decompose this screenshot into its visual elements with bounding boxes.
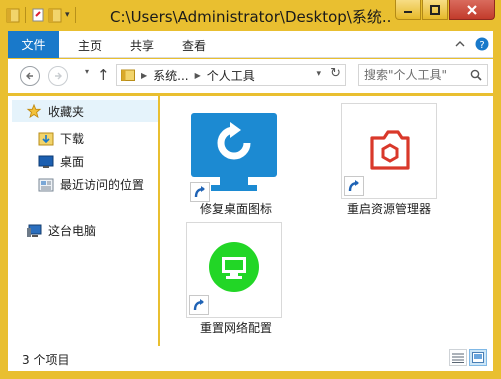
downloads-folder-icon xyxy=(38,132,54,145)
tab-file[interactable]: 文件 xyxy=(8,31,59,58)
customize-toolbar-icon[interactable]: ▾ xyxy=(65,10,70,20)
folder-icon xyxy=(6,8,20,23)
search-box[interactable] xyxy=(358,64,488,86)
nav-item-label: 这台电脑 xyxy=(48,224,97,238)
ribbon-right-controls: ? xyxy=(455,37,489,51)
details-view-icon xyxy=(452,353,464,363)
tab-view[interactable]: 查看 xyxy=(182,37,206,54)
toolbar-separator xyxy=(74,7,76,23)
details-view-button[interactable] xyxy=(449,349,467,366)
quick-access-toolbar: ▾ xyxy=(6,7,78,23)
maximize-button[interactable] xyxy=(422,0,448,20)
svg-text:?: ? xyxy=(479,40,484,51)
window-title: C:\Users\Administrator\Desktop\系统... xyxy=(110,8,390,26)
close-button[interactable] xyxy=(449,0,495,20)
address-bar[interactable]: ▶ 系统... ▶ 个人工具 ▾ ↻ xyxy=(116,64,346,86)
file-item-reset-network[interactable] xyxy=(186,222,282,318)
nav-item-downloads[interactable]: 下载 xyxy=(38,130,84,147)
minimize-button[interactable] xyxy=(395,0,421,20)
nav-item-label: 收藏夹 xyxy=(48,104,85,119)
nav-item-recent-places[interactable]: 最近访问的位置 xyxy=(38,176,144,193)
nav-item-this-pc[interactable]: 这台电脑 xyxy=(26,222,96,239)
toolbar-separator xyxy=(25,7,26,23)
nav-item-label: 桌面 xyxy=(60,155,85,169)
desktop-icon xyxy=(38,155,54,168)
file-item-label[interactable]: 修复桌面图标 xyxy=(184,200,288,217)
breadcrumb-separator-icon[interactable]: ▶ xyxy=(141,71,147,80)
nav-item-desktop[interactable]: 桌面 xyxy=(38,153,84,170)
ribbon-tabs: 文件 主页 共享 查看 ? xyxy=(8,31,493,58)
breadcrumb-item[interactable]: 个人工具 xyxy=(207,67,255,84)
file-item-restart-explorer[interactable] xyxy=(341,103,437,199)
restart-explorer-icon xyxy=(370,130,410,170)
network-reset-icon xyxy=(209,242,259,292)
help-icon[interactable]: ? xyxy=(475,37,489,51)
tab-share[interactable]: 共享 xyxy=(130,37,154,54)
forward-arrow-icon xyxy=(55,72,62,80)
expand-ribbon-icon[interactable] xyxy=(455,40,465,48)
large-icons-view-icon xyxy=(472,352,484,363)
large-icons-view-button[interactable] xyxy=(469,349,487,366)
file-item-fix-desktop-icons[interactable] xyxy=(188,108,284,204)
search-input[interactable] xyxy=(364,68,464,82)
breadcrumb-item[interactable]: 系统... xyxy=(153,67,188,84)
navigation-pane: 收藏夹 下载 桌面 最近访问的位置 这台电脑 xyxy=(8,96,158,346)
up-arrow-icon[interactable]: ↑ xyxy=(97,66,110,84)
shortcut-arrow-icon xyxy=(344,176,364,196)
back-button[interactable] xyxy=(20,66,40,86)
recent-places-icon xyxy=(38,178,54,191)
minimize-icon xyxy=(404,10,412,13)
file-item-label[interactable]: 重启资源管理器 xyxy=(331,200,447,217)
file-item-label[interactable]: 重置网络配置 xyxy=(184,319,288,336)
close-icon xyxy=(467,4,477,15)
back-arrow-icon xyxy=(26,72,33,80)
new-folder-icon[interactable] xyxy=(48,7,62,23)
search-icon xyxy=(470,69,482,81)
properties-icon[interactable] xyxy=(31,7,45,23)
breadcrumb-separator-icon[interactable]: ▶ xyxy=(195,71,201,80)
recent-locations-dropdown-icon[interactable]: ▾ xyxy=(85,67,89,76)
window-controls xyxy=(395,0,495,20)
forward-button[interactable] xyxy=(48,66,68,86)
nav-item-label: 最近访问的位置 xyxy=(60,178,145,192)
address-row: ▾ ↑ ▶ 系统... ▶ 个人工具 ▾ ↻ xyxy=(8,59,493,93)
title-bar[interactable]: ▾ C:\Users\Administrator\Desktop\系统... xyxy=(0,0,501,30)
tab-home[interactable]: 主页 xyxy=(78,37,102,54)
view-switcher xyxy=(449,349,487,366)
item-count: 3 个项目 xyxy=(22,353,70,367)
shortcut-arrow-icon xyxy=(190,182,210,202)
address-dropdown-icon[interactable]: ▾ xyxy=(316,69,321,79)
star-icon xyxy=(26,104,42,118)
maximize-icon xyxy=(430,4,440,15)
folder-icon xyxy=(121,69,135,81)
computer-icon xyxy=(27,224,42,237)
nav-item-label: 下载 xyxy=(60,132,85,146)
nav-item-favorites[interactable]: 收藏夹 xyxy=(12,100,158,122)
file-list: 修复桌面图标 重启资源管理器 重置网络配置 xyxy=(160,96,493,346)
explorer-window: ▾ C:\Users\Administrator\Desktop\系统... 文… xyxy=(0,0,501,379)
refresh-icon[interactable]: ↻ xyxy=(330,66,341,81)
shortcut-arrow-icon xyxy=(189,295,209,315)
status-bar: 3 个项目 xyxy=(8,346,493,371)
